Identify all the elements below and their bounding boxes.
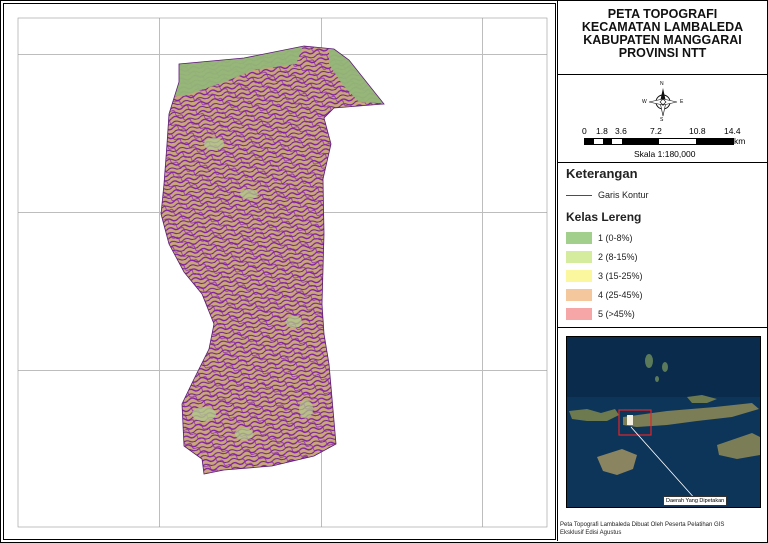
slope-class-3-label: 3 (15-25%) [598, 271, 643, 281]
scale-tick-1: 1.8 [596, 126, 608, 136]
scale-bar [584, 138, 734, 145]
credit-text: Peta Topografi Lambaleda Dibuat Oleh Pes… [560, 521, 724, 537]
slope-class-heading: Kelas Lereng [566, 210, 642, 224]
scale-tick-5: 14.4 [724, 126, 741, 136]
scale-tick-2: 3.6 [615, 126, 627, 136]
north-scale-panel: N W E S 0 1.8 3.6 7.2 10.8 14.4 km Skala… [557, 75, 767, 163]
legend-heading: Keterangan [566, 166, 638, 181]
slope-class-5-label: 5 (>45%) [598, 309, 635, 319]
slope-class-4-swatch [566, 289, 592, 301]
map-frame [3, 3, 556, 540]
slope-class-4-label: 4 (25-45%) [598, 290, 643, 300]
contour-label: Garis Kontur [598, 190, 649, 200]
north-arrow-compass-icon [646, 85, 680, 119]
scale-tick-3: 7.2 [650, 126, 662, 136]
scale-tick-4: 10.8 [689, 126, 706, 136]
scale-text: Skala 1:180,000 [634, 149, 696, 159]
compass-s: S [660, 117, 664, 123]
slope-class-3-swatch [566, 270, 592, 282]
map-title-line-4: PROVINSI NTT [618, 46, 707, 60]
map-title-panel: PETA TOPOGRAFI KECAMATAN LAMBALEDA KABUP… [557, 0, 767, 75]
slope-class-1-label: 1 (0-8%) [598, 233, 633, 243]
legend-panel: Keterangan Garis Kontur Kelas Lereng 1 (… [557, 163, 767, 328]
compass-n: N [660, 81, 664, 87]
inset-label: Daerah Yang Dipetakan [663, 496, 728, 506]
compass-e: E [680, 99, 684, 105]
slope-class-5-swatch [566, 308, 592, 320]
credit-line-1: Peta Topografi Lambaleda Dibuat Oleh Pes… [560, 522, 725, 528]
inset-panel: Daerah Yang Dipetakan Peta Topografi Lam… [557, 328, 767, 541]
scale-unit: km [734, 136, 746, 146]
scale-tick-0: 0 [582, 126, 587, 136]
compass-w: W [642, 99, 647, 105]
slope-class-1-swatch [566, 232, 592, 244]
slope-class-2-swatch [566, 251, 592, 263]
contour-line-swatch [566, 195, 592, 196]
district-map [160, 45, 385, 475]
slope-class-2-label: 2 (8-15%) [598, 252, 638, 262]
credit-line-2: Eksklusif Edisi Agustus [560, 530, 622, 536]
inset-locator-map: Daerah Yang Dipetakan [566, 336, 761, 508]
